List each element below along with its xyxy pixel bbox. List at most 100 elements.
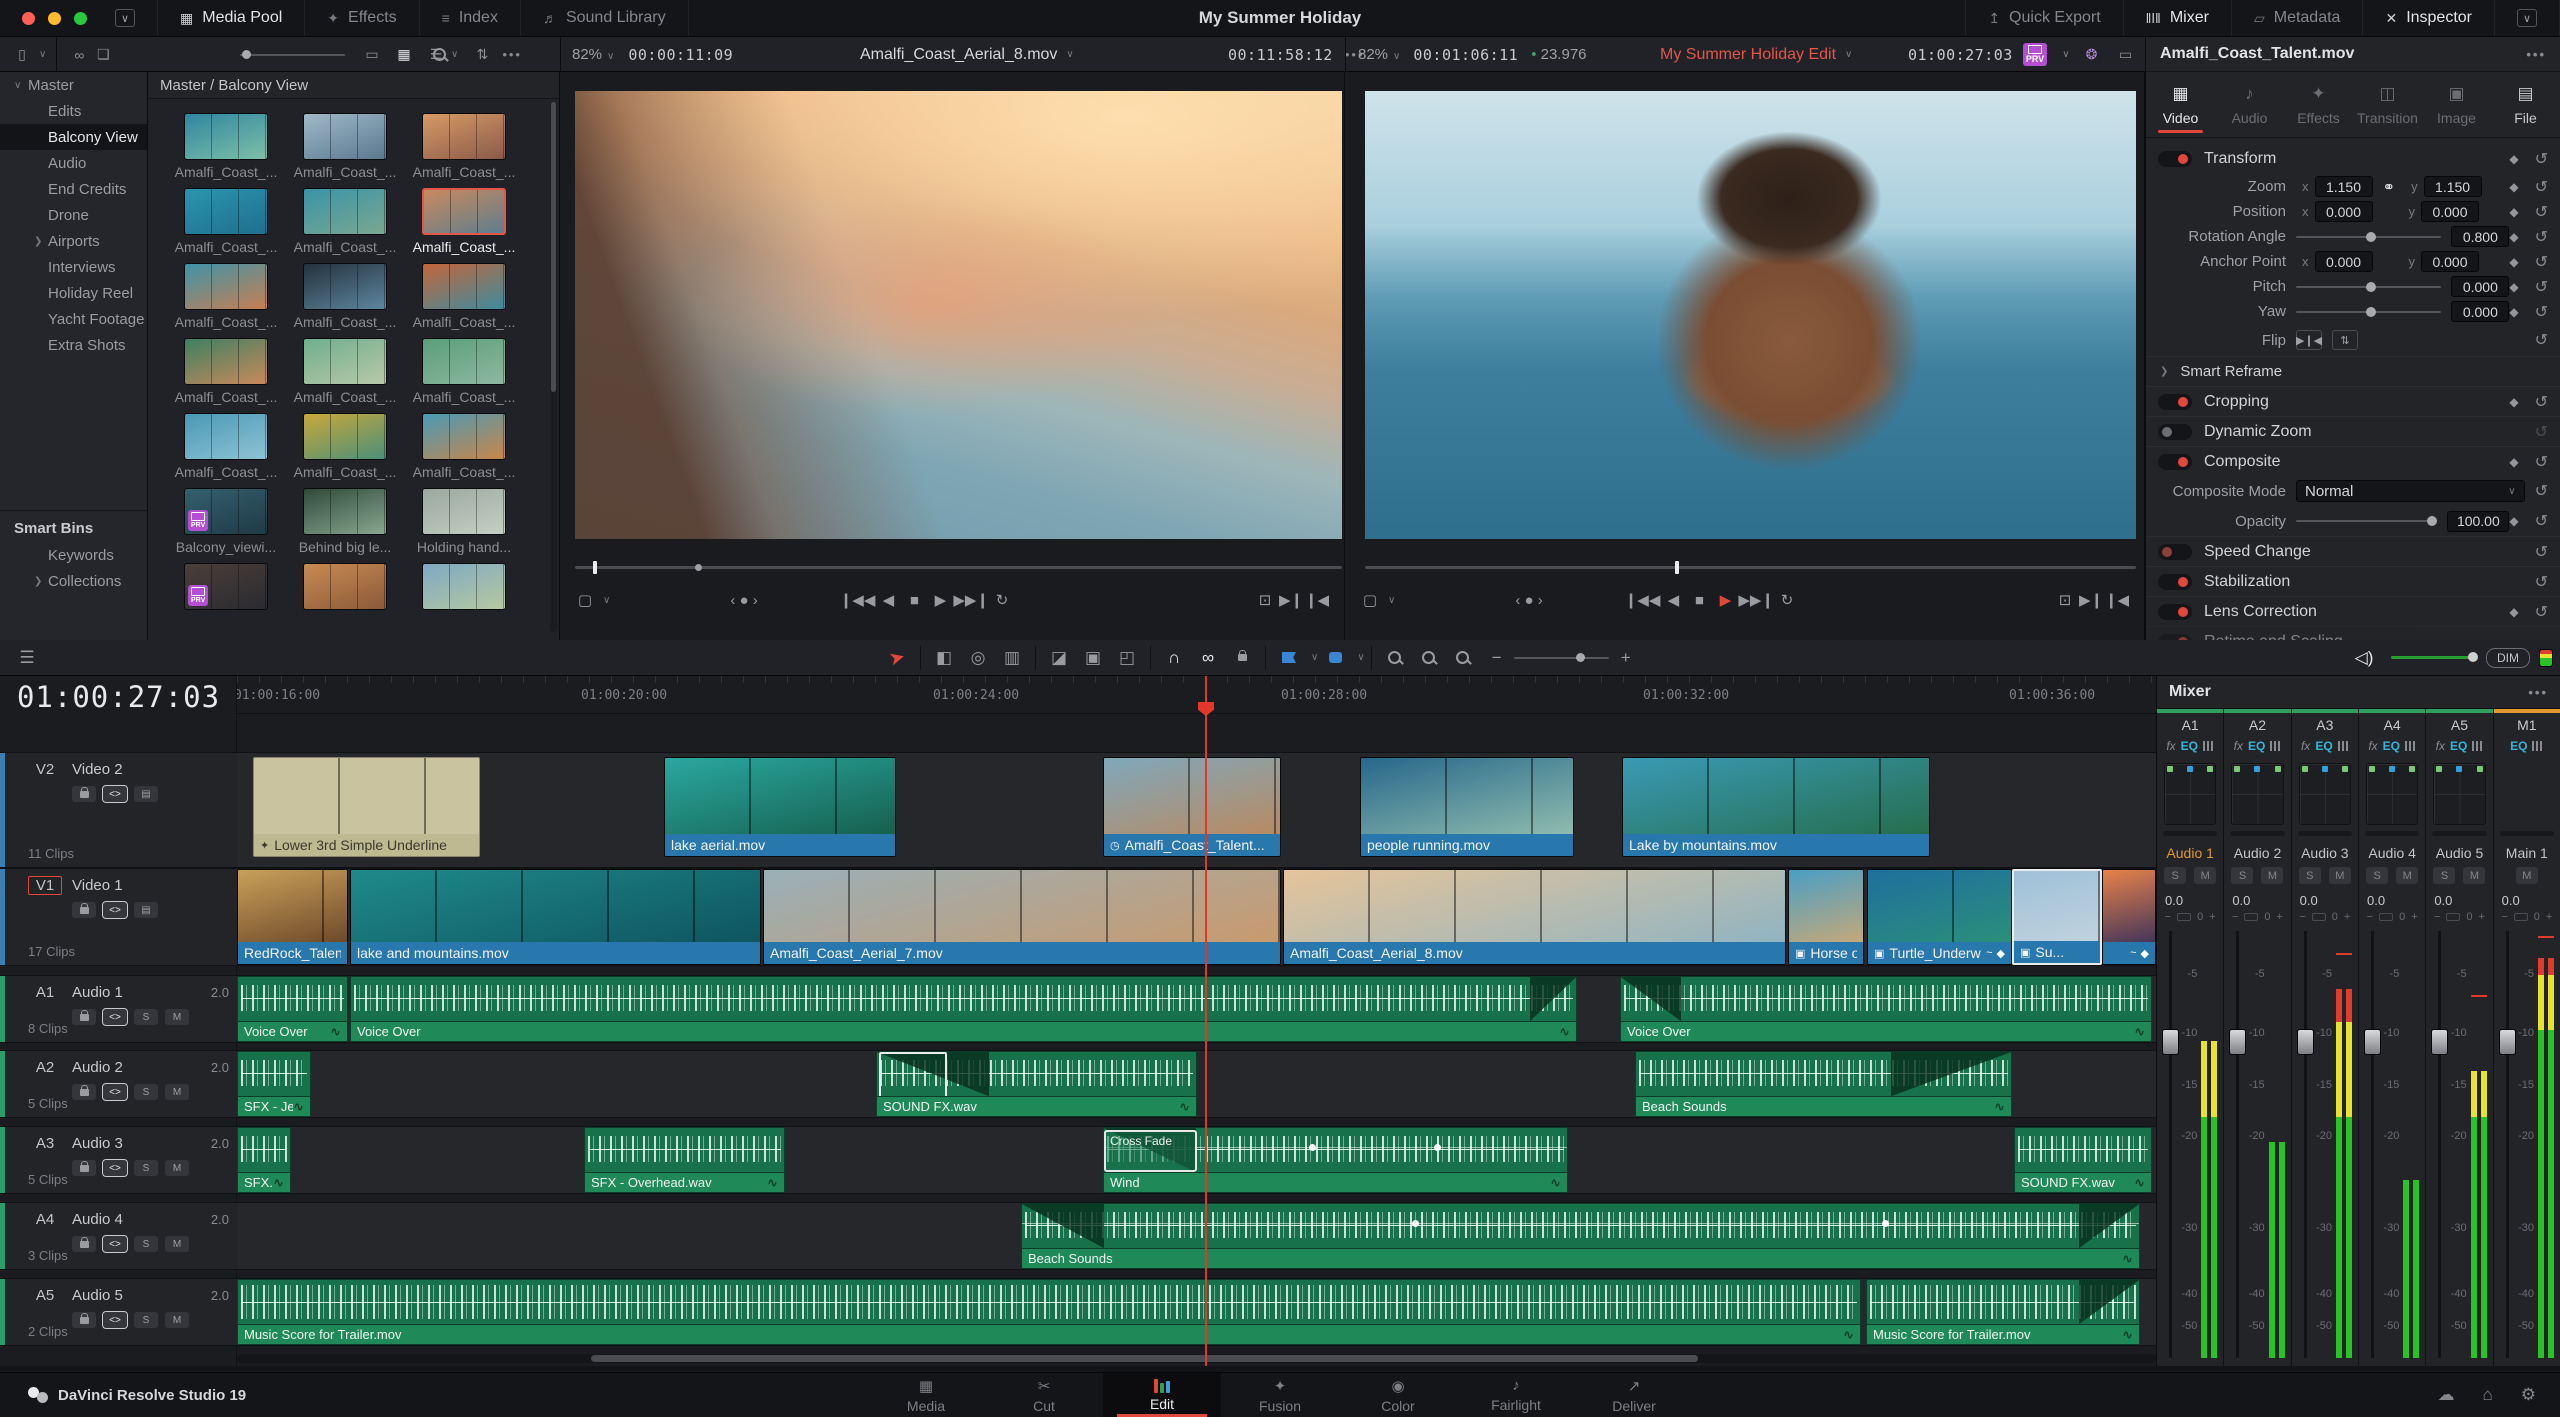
lens-correction-section[interactable]: Lens Correction ◆ ↺: [2146, 596, 2560, 626]
fader-knob[interactable]: [2229, 1029, 2247, 1056]
clip-voice-over[interactable]: Voice Over ∿: [1620, 976, 2152, 1042]
timeline-selector[interactable]: My Summer Holiday Edit ∨: [1660, 37, 1852, 72]
timeline-match-frame-button[interactable]: ⊡: [2052, 587, 2078, 613]
pan-pad[interactable]: [2433, 763, 2486, 825]
source-video-frame[interactable]: [575, 91, 1342, 539]
media-clip-amalfi-coast[interactable]: Amalfi_Coast_...: [170, 413, 282, 480]
timeline-loop-button[interactable]: ↻: [1774, 587, 1800, 613]
sidebar-item-holiday-reel[interactable]: Holiday Reel: [0, 280, 147, 306]
solo-button[interactable]: S: [2433, 867, 2456, 884]
yaw-keyframe-icon[interactable]: ◆: [2509, 305, 2518, 319]
timeline-step-back-button[interactable]: ◀: [1660, 587, 1686, 613]
sidebar-toggle-icon[interactable]: ▯: [10, 44, 34, 66]
track-id-v2[interactable]: V2: [28, 760, 62, 779]
speed-change-section[interactable]: Speed Change ↺: [2146, 536, 2560, 566]
channel-id[interactable]: A2: [2224, 717, 2290, 733]
page-edit[interactable]: Edit: [1103, 1372, 1221, 1417]
curve-icon[interactable]: ∿: [1994, 1099, 2005, 1115]
jog-control-icon[interactable]: ‹ ● ›: [730, 587, 757, 613]
monitor-volume-slider[interactable]: [2391, 652, 2478, 662]
eq-button[interactable]: EQ: [2510, 739, 2527, 753]
track-mute-button[interactable]: M: [165, 1084, 189, 1100]
track-lock-icon[interactable]: [72, 902, 96, 918]
timeline-stop-button[interactable]: ■: [1686, 587, 1712, 613]
solo-button[interactable]: S: [2164, 867, 2187, 884]
media-clip-item[interactable]: PRV: [170, 563, 282, 614]
clip-sound-fx-wav[interactable]: SOUND FX.wav ∿: [2014, 1127, 2152, 1193]
track-lock-icon[interactable]: [72, 1009, 96, 1025]
panel-toggle-inspector[interactable]: ✕ Inspector: [2362, 0, 2494, 36]
media-clip-amalfi-coast[interactable]: Amalfi_Coast_...: [289, 338, 401, 405]
flip-horizontal-button[interactable]: ▶❙◀: [2296, 330, 2322, 350]
curve-icon[interactable]: ∿: [1559, 1024, 1570, 1040]
position-keyframe-icon[interactable]: ◆: [2509, 205, 2518, 219]
sidebar-item-collections[interactable]: ❯ Collections: [0, 568, 147, 594]
out-point-button[interactable]: ❙◀: [1304, 587, 1330, 613]
clip-su[interactable]: ▣ Su...: [2012, 869, 2102, 965]
insert-clip-icon[interactable]: ◪: [1042, 643, 1076, 673]
channel-id[interactable]: A3: [2292, 717, 2358, 733]
channel-name[interactable]: Audio 3: [2292, 845, 2358, 861]
clip-voice-over[interactable]: Voice Over ∿: [237, 976, 348, 1042]
stabilization-toggle[interactable]: [2158, 573, 2192, 590]
track-autoselect-icon[interactable]: <>: [102, 785, 128, 803]
dynamic-zoom-section[interactable]: Dynamic Zoom ↺: [2146, 416, 2560, 446]
track-lane-a2[interactable]: SFX - Je...∿SOUND FX.wav∿Beach Sounds∿: [237, 1050, 2156, 1118]
maximize-window-icon[interactable]: [74, 11, 87, 25]
clip-lake-and-mountains-mov[interactable]: lake and mountains.mov: [350, 869, 761, 965]
sidebar-item-drone[interactable]: Drone: [0, 202, 147, 228]
keyframe-dot[interactable]: [1412, 1220, 1419, 1227]
sidebar-item-extra-shots[interactable]: Extra Shots: [0, 332, 147, 358]
solo-button[interactable]: S: [2298, 867, 2321, 884]
flag-icon[interactable]: [1272, 643, 1306, 673]
gang-chevron[interactable]: ∨: [603, 595, 610, 606]
play-button[interactable]: ▶: [927, 587, 953, 613]
track-lane-a1[interactable]: Voice Over ∿ Voice Over ∿ Voice Over ∿: [237, 975, 2156, 1043]
media-clip-amalfi-coast[interactable]: Amalfi_Coast_...: [170, 188, 282, 255]
solo-button[interactable]: S: [2366, 867, 2389, 884]
media-clip-amalfi-coast[interactable]: Amalfi_Coast_...: [289, 263, 401, 330]
anchor-y-field[interactable]: 0.000: [2421, 251, 2479, 272]
sidebar-item-balcony-view[interactable]: Balcony View: [0, 124, 147, 150]
replace-clip-icon[interactable]: ◰: [1110, 643, 1144, 673]
keyframe-dot[interactable]: [1309, 1144, 1316, 1151]
track-mute-button[interactable]: M: [165, 1160, 189, 1176]
track-lock-icon[interactable]: [72, 1236, 96, 1252]
fx-button[interactable]: fx: [2368, 739, 2377, 753]
composite-section[interactable]: Composite ◆ ↺: [2146, 446, 2560, 476]
workspace-toggle-icon[interactable]: ∨: [115, 9, 135, 27]
thumbnail-view-icon[interactable]: ▦: [392, 44, 416, 66]
opacity-field[interactable]: 100.00: [2447, 510, 2510, 532]
pan-pad[interactable]: [2231, 763, 2284, 825]
clip-amalfi-coast-talent[interactable]: ◷ Amalfi_Coast_Talent...: [1103, 757, 1281, 857]
transform-reset-icon[interactable]: ↺: [2535, 149, 2548, 169]
channel-level-value[interactable]: 0.0: [2232, 893, 2250, 908]
clip-music-score-for-trailer-mov[interactable]: Music Score for Trailer.mov ∿: [237, 1279, 1861, 1345]
page-fairlight[interactable]: ♪ Fairlight: [1457, 1373, 1575, 1417]
track-autoselect-icon[interactable]: <>: [102, 1083, 128, 1101]
media-clip-item[interactable]: [408, 563, 520, 614]
clip-horse-on-th[interactable]: ▣ Horse on th...: [1788, 869, 1864, 965]
source-playhead[interactable]: [593, 561, 597, 574]
lens-reset-icon[interactable]: ↺: [2535, 602, 2548, 622]
media-clip-amalfi-coast[interactable]: Amalfi_Coast_...: [289, 113, 401, 180]
tab-file[interactable]: ▤ File: [2491, 72, 2560, 137]
curve-icon[interactable]: ∿: [767, 1175, 778, 1191]
stabilization-reset-icon[interactable]: ↺: [2535, 572, 2548, 592]
fx-button[interactable]: fx: [2166, 739, 2175, 753]
clip-item[interactable]: ~ ◆: [2102, 869, 2156, 965]
tab-image[interactable]: ▣ Image: [2422, 72, 2491, 137]
settings-gear-icon[interactable]: ⚙: [2521, 1385, 2536, 1405]
comment-filter-icon[interactable]: ❏: [91, 44, 115, 66]
rotation-reset-icon[interactable]: ↺: [2535, 227, 2548, 247]
mute-button[interactable]: M: [2328, 867, 2351, 884]
track-solo-button[interactable]: S: [134, 1084, 158, 1100]
marker-icon[interactable]: [1318, 643, 1352, 673]
pitch-field[interactable]: 0.000: [2451, 276, 2510, 297]
dim-button[interactable]: DIM: [2486, 647, 2530, 668]
track-lane-v1[interactable]: RedRock_Talent_3... lake and mountains.mo…: [237, 868, 2156, 966]
track-filmstrip-icon[interactable]: ▤: [134, 786, 158, 802]
track-id-a4[interactable]: A4: [28, 1210, 62, 1229]
sort-icon[interactable]: ⇅: [470, 44, 494, 66]
panel-toggle-metadata[interactable]: ▱ Metadata: [2230, 0, 2363, 36]
